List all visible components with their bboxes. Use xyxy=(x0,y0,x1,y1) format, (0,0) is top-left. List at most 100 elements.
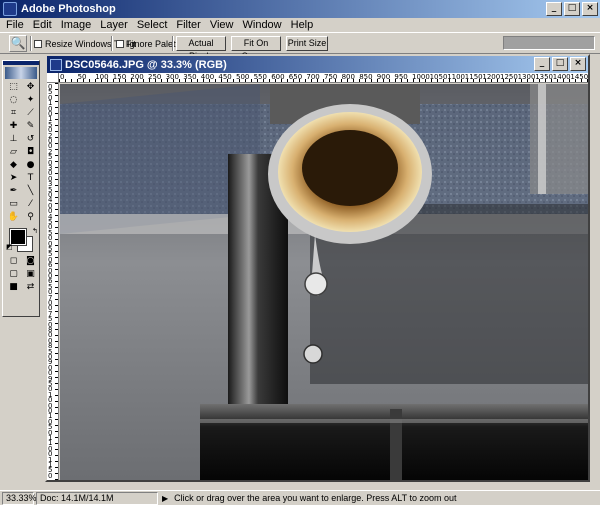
hand-tool-icon[interactable]: ✋ xyxy=(6,211,21,223)
ruler-top-label: 1150 xyxy=(464,73,483,81)
line-tool-icon[interactable]: ╲ xyxy=(23,185,38,197)
standard-screen-mode-icon[interactable]: ▢ xyxy=(6,268,21,280)
doc-minimize-button[interactable]: _ xyxy=(534,57,550,71)
horizontal-ruler[interactable]: 0 50 100 150 200 250 300 350 400 450 500 550 600 650 7… xyxy=(59,73,588,83)
menu-select[interactable]: Select xyxy=(137,19,168,31)
paint-bucket-tool-icon[interactable]: ◘ xyxy=(23,146,38,158)
eraser-tool-icon[interactable]: ▱ xyxy=(6,146,21,158)
ruler-left-label: 0 xyxy=(48,471,53,480)
menu-file[interactable]: File xyxy=(6,19,24,31)
menu-image[interactable]: Image xyxy=(61,19,92,31)
ignore-palettes-box[interactable] xyxy=(116,40,124,48)
menu-view[interactable]: View xyxy=(210,19,234,31)
ruler-top-label: 250 xyxy=(148,73,162,81)
menu-layer[interactable]: Layer xyxy=(100,19,128,31)
resize-windows-box[interactable] xyxy=(34,40,42,48)
app-minimize-button[interactable]: _ xyxy=(546,2,562,16)
ruler-top-label: 550 xyxy=(253,73,267,81)
ruler-top-label: 1250 xyxy=(500,73,518,81)
photoshop-app-icon[interactable] xyxy=(3,2,17,16)
menu-filter[interactable]: Filter xyxy=(176,19,200,31)
eyedropper-tool-icon[interactable]: ⁄ xyxy=(23,198,38,210)
adobe-online-icon[interactable] xyxy=(5,67,37,79)
app-window-controls: _ □ × xyxy=(546,2,598,16)
document-size-field[interactable]: Doc: 14.1M/14.1M xyxy=(36,491,158,505)
magic-wand-tool-icon[interactable]: ✦ xyxy=(23,94,38,106)
zoom-icon[interactable]: 🔍 xyxy=(9,35,27,52)
ruler-top-label: 950 xyxy=(394,73,408,81)
ruler-top-label: 100 xyxy=(95,73,109,81)
app-close-button[interactable]: × xyxy=(582,2,598,16)
image-canvas[interactable] xyxy=(60,84,588,480)
doc-maximize-button[interactable]: □ xyxy=(552,57,568,71)
menu-window[interactable]: Window xyxy=(243,19,282,31)
slice-tool-icon[interactable]: ⟋ xyxy=(23,107,38,119)
doc-close-button[interactable]: × xyxy=(570,57,586,71)
document-icon[interactable] xyxy=(50,58,62,71)
full-screen-mode-icon[interactable]: ■ xyxy=(6,281,21,293)
marquee-tool-icon[interactable]: ⬚ xyxy=(6,81,21,93)
ruler-origin[interactable] xyxy=(47,73,59,83)
ruler-top-label: 650 xyxy=(288,73,303,81)
zoom-level-field[interactable]: 33.33% xyxy=(2,491,37,505)
document-title: DSC05646.JPG @ 33.3% (RGB) xyxy=(65,58,227,71)
lasso-tool-icon[interactable]: ◌ xyxy=(6,94,21,106)
toolbox-titlebar[interactable] xyxy=(3,61,39,65)
app-maximize-button[interactable]: □ xyxy=(564,2,580,16)
ruler-top-label: 1450 xyxy=(570,73,588,81)
pen-tool-icon[interactable]: ✒ xyxy=(6,185,21,197)
palette-well[interactable] xyxy=(503,36,595,50)
type-tool-icon[interactable]: T xyxy=(23,172,38,184)
menu-edit[interactable]: Edit xyxy=(33,19,52,31)
ruler-top-label: 600 xyxy=(271,73,285,81)
dodge-tool-icon[interactable]: ● xyxy=(23,159,38,171)
options-separator xyxy=(111,36,113,51)
app-titlebar: Adobe Photoshop _ □ × xyxy=(0,0,600,18)
ruler-top-label: 800 xyxy=(341,73,355,81)
vertical-ruler[interactable]: 0501001502002503003504004505005506006507… xyxy=(47,83,59,480)
brush-tool-icon[interactable]: ✎ xyxy=(23,120,38,132)
notes-tool-icon[interactable]: ▭ xyxy=(6,198,21,210)
ruler-top-label: 1050 xyxy=(429,73,448,81)
fit-on-screen-button[interactable]: Fit On Screen xyxy=(231,36,281,61)
ruler-top-label: 350 xyxy=(183,73,197,81)
ruler-top-label: 700 xyxy=(306,73,320,81)
ruler-top-label: 750 xyxy=(324,73,338,81)
healing-brush-tool-icon[interactable]: ✚ xyxy=(6,120,21,132)
ruler-top-label: 200 xyxy=(130,73,144,81)
document-window: DSC05646.JPG @ 33.3% (RGB) _ □ × 0 50 100 1… xyxy=(45,54,590,482)
status-bar: 33.33% Doc: 14.1M/14.1M ▶ Click or drag … xyxy=(0,490,600,505)
status-menu-arrow-icon[interactable]: ▶ xyxy=(162,494,168,503)
print-size-button[interactable]: Print Size xyxy=(286,36,328,51)
ruler-top-label: 500 xyxy=(236,73,250,81)
actual-pixels-button[interactable]: Actual Pixels xyxy=(176,36,226,61)
ruler-top-label: 450 xyxy=(218,73,232,81)
ruler-top-label: 400 xyxy=(200,73,215,81)
jump-to-imageready-icon[interactable]: ⇄ xyxy=(23,281,38,293)
ruler-top-label: 1400 xyxy=(552,73,571,81)
path-selection-tool-icon[interactable]: ➤ xyxy=(6,172,21,184)
options-bar: 🔍 Resize Windows To Fit Ignore Palettes … xyxy=(0,32,600,61)
status-message: Click or drag over the area you want to … xyxy=(174,493,457,503)
menu-bar: File Edit Image Layer Select Filter View… xyxy=(0,18,600,32)
clone-stamp-tool-icon[interactable]: ⊥ xyxy=(6,133,21,145)
color-swatches: ◩ ↰ xyxy=(6,227,38,253)
zoom-tool-icon[interactable]: ⚲ xyxy=(23,211,38,223)
document-titlebar[interactable]: DSC05646.JPG @ 33.3% (RGB) _ □ × xyxy=(47,56,588,73)
standard-mode-icon[interactable]: ◻ xyxy=(6,255,21,267)
document-window-controls: _ □ × xyxy=(534,57,586,71)
ruler-top-label: 300 xyxy=(165,73,179,81)
app-title: Adobe Photoshop xyxy=(21,3,116,15)
history-brush-tool-icon[interactable]: ↺ xyxy=(23,133,38,145)
full-screen-menu-mode-icon[interactable]: ▣ xyxy=(23,268,38,280)
ruler-top-label: 1200 xyxy=(482,73,501,81)
default-colors-icon[interactable]: ◩ xyxy=(6,243,13,251)
swap-colors-icon[interactable]: ↰ xyxy=(32,227,38,235)
move-tool-icon[interactable]: ✥ xyxy=(23,81,38,93)
options-separator xyxy=(172,36,174,51)
menu-help[interactable]: Help xyxy=(291,19,314,31)
ruler-top-label: 50 xyxy=(77,73,87,81)
quick-mask-mode-icon[interactable]: ◙ xyxy=(23,255,38,267)
blur-tool-icon[interactable]: ◆ xyxy=(6,159,21,171)
crop-tool-icon[interactable]: ⌗ xyxy=(6,107,21,119)
